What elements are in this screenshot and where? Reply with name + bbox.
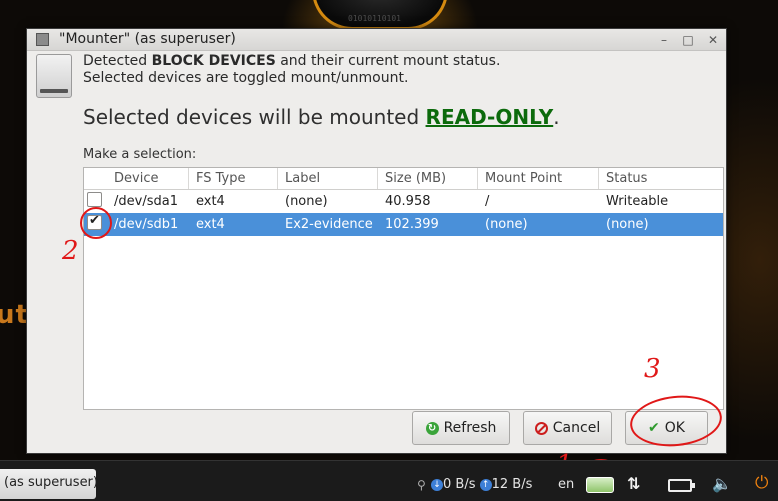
cell-size: 102.399 xyxy=(385,217,439,232)
close-button[interactable]: ✕ xyxy=(705,32,721,48)
speaker-icon[interactable]: 🔈 xyxy=(712,474,732,493)
mounter-dialog: "Mounter" (as superuser) – □ ✕ Detected … xyxy=(26,28,727,454)
battery-icon[interactable] xyxy=(668,479,695,492)
taskbar-window-item[interactable]: (as superuser) xyxy=(0,469,96,499)
headline-suffix: . xyxy=(553,105,560,129)
disc-binary-text: 01010110101 xyxy=(348,14,401,23)
headline-prefix: Selected devices will be mounted xyxy=(83,105,426,129)
cell-status: (none) xyxy=(606,217,649,232)
refresh-icon: ↻ xyxy=(425,421,439,435)
removable-drive-icon[interactable] xyxy=(586,477,614,493)
read-only-emphasis: READ-ONLY xyxy=(425,105,554,129)
cell-label: (none) xyxy=(285,194,328,209)
cancel-button[interactable]: Cancel xyxy=(523,411,612,445)
download-arrow-icon: ↓ xyxy=(431,478,443,491)
table-row[interactable]: /dev/sda1 ext4 (none) 40.958 / Writeable xyxy=(84,190,723,213)
window-icon xyxy=(36,33,49,46)
refresh-label: Refresh xyxy=(443,420,497,436)
annotation-number-3: 3 xyxy=(644,354,661,384)
maximize-button[interactable]: □ xyxy=(680,32,696,48)
table-row-selected[interactable]: /dev/sdb1 ext4 Ex2-evidence 102.399 (non… xyxy=(84,213,723,236)
download-rate: 0 B/s xyxy=(443,477,476,492)
annotation-number-2: 2 xyxy=(62,236,79,266)
column-header-status[interactable]: Status xyxy=(599,168,723,189)
keyboard-layout[interactable]: en xyxy=(558,477,574,492)
power-icon[interactable]: ⏻ xyxy=(755,473,768,493)
column-header-check[interactable] xyxy=(84,168,107,189)
upload-rate: 12 B/s xyxy=(491,477,533,492)
drive-icon xyxy=(36,54,72,98)
device-table: Device FS Type Label Size (MB) Mount Poi… xyxy=(83,167,724,410)
cell-device: /dev/sda1 xyxy=(114,194,178,209)
minimize-button[interactable]: – xyxy=(656,32,672,48)
annotation-circle-checkbox xyxy=(80,207,112,239)
intro-line1-bold: BLOCK DEVICES xyxy=(151,53,276,69)
cell-fs-type: ext4 xyxy=(196,194,225,209)
headline: Selected devices will be mounted READ-ON… xyxy=(83,105,560,129)
intro-line1-suffix: and their current mount status. xyxy=(275,53,501,69)
network-rates[interactable]: ↓ 0 B/s ↑ 12 B/s xyxy=(431,477,532,492)
window-title: "Mounter" (as superuser) xyxy=(59,31,236,47)
intro-line1-prefix: Detected xyxy=(83,53,152,69)
intro-text: Detected BLOCK DEVICES and their current… xyxy=(83,53,500,87)
cell-mount-point: (none) xyxy=(485,217,528,232)
titlebar[interactable]: "Mounter" (as superuser) – □ ✕ xyxy=(27,29,726,51)
cancel-icon xyxy=(534,421,548,435)
cell-mount-point: / xyxy=(485,194,490,209)
cell-device: /dev/sdb1 xyxy=(114,217,179,232)
column-header-size[interactable]: Size (MB) xyxy=(378,168,478,189)
column-header-fs-type[interactable]: FS Type xyxy=(189,168,278,189)
row-checkbox[interactable] xyxy=(87,192,102,207)
intro-line2: Selected devices are toggled mount/unmou… xyxy=(83,70,409,86)
table-header: Device FS Type Label Size (MB) Mount Poi… xyxy=(84,168,723,190)
refresh-button[interactable]: ↻ Refresh xyxy=(412,411,510,445)
updown-arrows-icon[interactable]: ⇅ xyxy=(627,474,640,493)
cell-label: Ex2-evidence xyxy=(285,217,373,232)
cell-size: 40.958 xyxy=(385,194,431,209)
selection-label: Make a selection: xyxy=(83,147,197,162)
column-header-mount-point[interactable]: Mount Point xyxy=(478,168,599,189)
column-header-label[interactable]: Label xyxy=(278,168,378,189)
cell-fs-type: ext4 xyxy=(196,217,225,232)
column-header-device[interactable]: Device xyxy=(107,168,189,189)
cancel-label: Cancel xyxy=(552,420,601,436)
network-icon[interactable]: ⚲ xyxy=(417,478,426,492)
cell-status: Writeable xyxy=(606,194,669,209)
upload-arrow-icon: ↑ xyxy=(479,478,492,491)
taskbar: (as superuser) ⚲ ↓ 0 B/s ↑ 12 B/s en ⇅ 🔈 ⏻ xyxy=(0,460,778,501)
desktop-wallpaper-text: ut xyxy=(0,300,29,330)
